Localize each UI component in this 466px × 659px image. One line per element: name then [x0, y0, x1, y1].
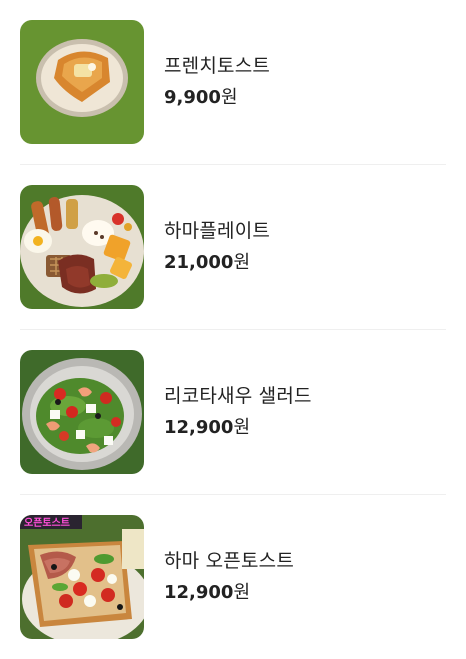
menu-item-info: 하마플레이트 21,000원: [164, 218, 270, 276]
menu-item-french-toast[interactable]: 프렌치토스트 9,900원: [20, 20, 446, 144]
price-value: 21,000: [164, 252, 234, 273]
divider: [20, 494, 446, 495]
price-value: 12,900: [164, 417, 234, 438]
menu-item-name: 하마플레이트: [164, 220, 271, 242]
menu-item-ricotta-shrimp-salad[interactable]: 리코타새우 샐러드 12,900원: [20, 350, 446, 474]
menu-item-hama-plate[interactable]: 하마플레이트 21,000원: [20, 185, 446, 309]
price-currency: 원: [220, 87, 238, 108]
menu-item-name: 프렌치토스트: [164, 55, 271, 77]
menu-item-name: 리코타새우 샐러드: [164, 385, 312, 407]
menu-item-price: 21,000원: [164, 250, 270, 276]
french-toast-photo[interactable]: [20, 20, 144, 144]
price-currency: 원: [233, 417, 251, 438]
price-value: 9,900: [164, 87, 221, 108]
menu-item-price: 12,900원: [164, 580, 294, 606]
open-toast-photo[interactable]: 오픈토스트: [20, 515, 144, 639]
price-currency: 원: [233, 252, 251, 273]
brunch-plate-photo[interactable]: [20, 185, 144, 309]
price-currency: 원: [233, 582, 251, 603]
menu-item-price: 9,900원: [164, 85, 270, 111]
menu-item-name: 하마 오픈토스트: [164, 550, 294, 572]
menu-item-info: 리코타새우 샐러드 12,900원: [164, 383, 312, 441]
image-caption-text: 오픈토스트: [24, 517, 70, 529]
menu-item-price: 12,900원: [164, 415, 312, 441]
menu-item-info: 프렌치토스트 9,900원: [164, 53, 270, 111]
divider: [20, 329, 446, 330]
shrimp-salad-photo[interactable]: [20, 350, 144, 474]
menu-list: 프렌치토스트 9,900원 하마플레이트 21,000원 리코타새우 샐러드 1…: [0, 0, 466, 659]
divider: [20, 164, 446, 165]
menu-item-hama-open-toast[interactable]: 오픈토스트 하마 오픈토스트 12,900원: [20, 515, 446, 639]
menu-item-info: 하마 오픈토스트 12,900원: [164, 548, 294, 606]
price-value: 12,900: [164, 582, 234, 603]
